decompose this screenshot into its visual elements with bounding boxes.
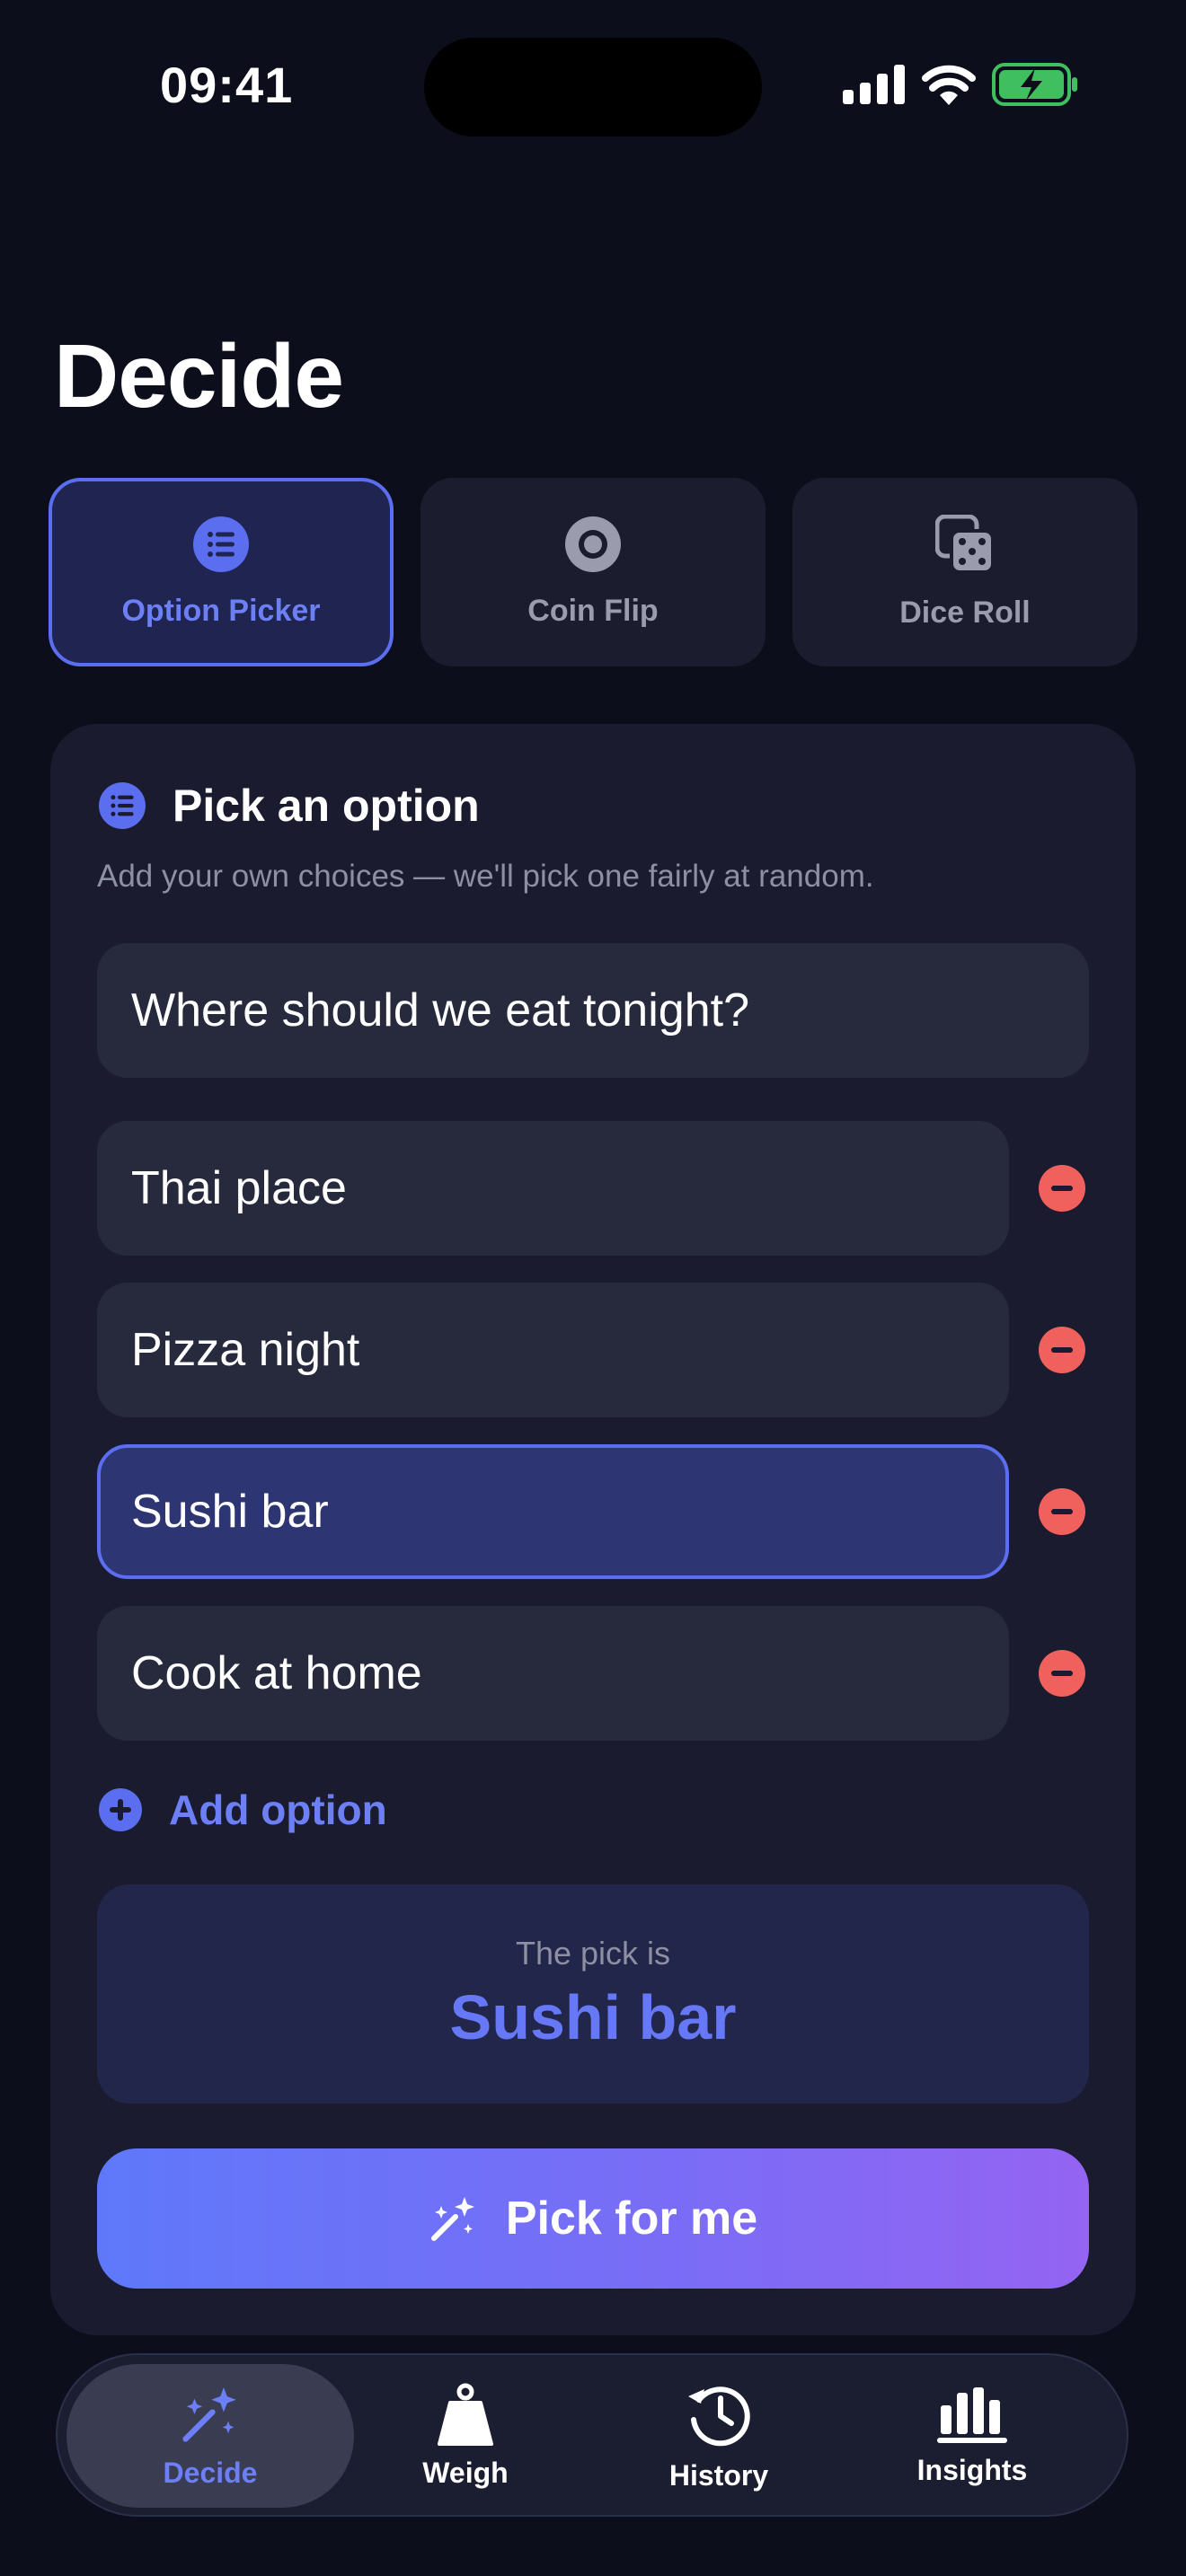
list-icon [193,516,249,572]
tab-history[interactable]: History [575,2364,863,2508]
mode-tab-option-picker[interactable]: Option Picker [49,478,394,666]
list-icon [99,782,146,829]
add-option-label: Add option [169,1786,387,1833]
card-header: Pick an option [99,780,480,832]
result-caption: The pick is [515,1935,671,1972]
card-subtitle: Add your own choices — we'll pick one fa… [97,859,874,894]
remove-option-button[interactable] [1039,1327,1085,1373]
tab-label: History [668,2458,769,2492]
tab-insights[interactable]: Insights [828,2364,1116,2508]
mode-tab-dice-roll[interactable]: Dice Roll [792,478,1137,666]
option-input[interactable]: Cook at home [97,1606,1009,1741]
remove-option-button[interactable] [1039,1488,1085,1535]
page-title: Decide [54,326,344,427]
history-icon [688,2386,750,2446]
magic-wand-icon [430,2197,474,2241]
question-input[interactable]: Where should we eat tonight? [97,943,1089,1078]
bar-chart-icon [937,2386,1007,2443]
mode-tab-label: Coin Flip [527,593,659,628]
plus-circle-icon [99,1788,142,1831]
result-panel: The pick is Sushi bar [97,1884,1089,2104]
mode-tab-label: Dice Roll [899,595,1031,630]
dynamic-island [424,38,762,137]
option-input[interactable]: Pizza night [97,1283,1009,1417]
status-icons [843,63,1078,106]
battery-charging-icon [992,63,1077,106]
signal-icon [843,65,905,104]
dice-icon [935,514,995,574]
mode-tab-coin-flip[interactable]: Coin Flip [420,478,766,666]
remove-option-button[interactable] [1039,1650,1085,1697]
card-title: Pick an option [173,781,480,831]
remove-option-button[interactable] [1039,1165,1085,1212]
pick-for-me-label: Pick for me [505,2192,758,2245]
coin-icon [565,516,621,572]
tab-decide[interactable]: Decide [66,2364,354,2508]
option-input-selected[interactable]: Sushi bar [97,1444,1009,1579]
add-option-button[interactable]: Add option [99,1786,387,1834]
mode-tab-label: Option Picker [121,593,321,628]
tab-label: Weigh [422,2456,509,2489]
tab-label: Decide [163,2456,258,2489]
status-time: 09:41 [160,57,294,113]
wifi-icon [922,65,976,105]
magic-wand-icon [182,2386,236,2442]
tab-label: Insights [916,2453,1028,2486]
result-value: Sushi bar [449,1982,737,2052]
option-input[interactable]: Thai place [97,1121,1009,1256]
pick-for-me-button[interactable]: Pick for me [97,2148,1089,2289]
weight-icon [438,2383,493,2446]
tab-weigh[interactable]: Weigh [322,2364,609,2508]
